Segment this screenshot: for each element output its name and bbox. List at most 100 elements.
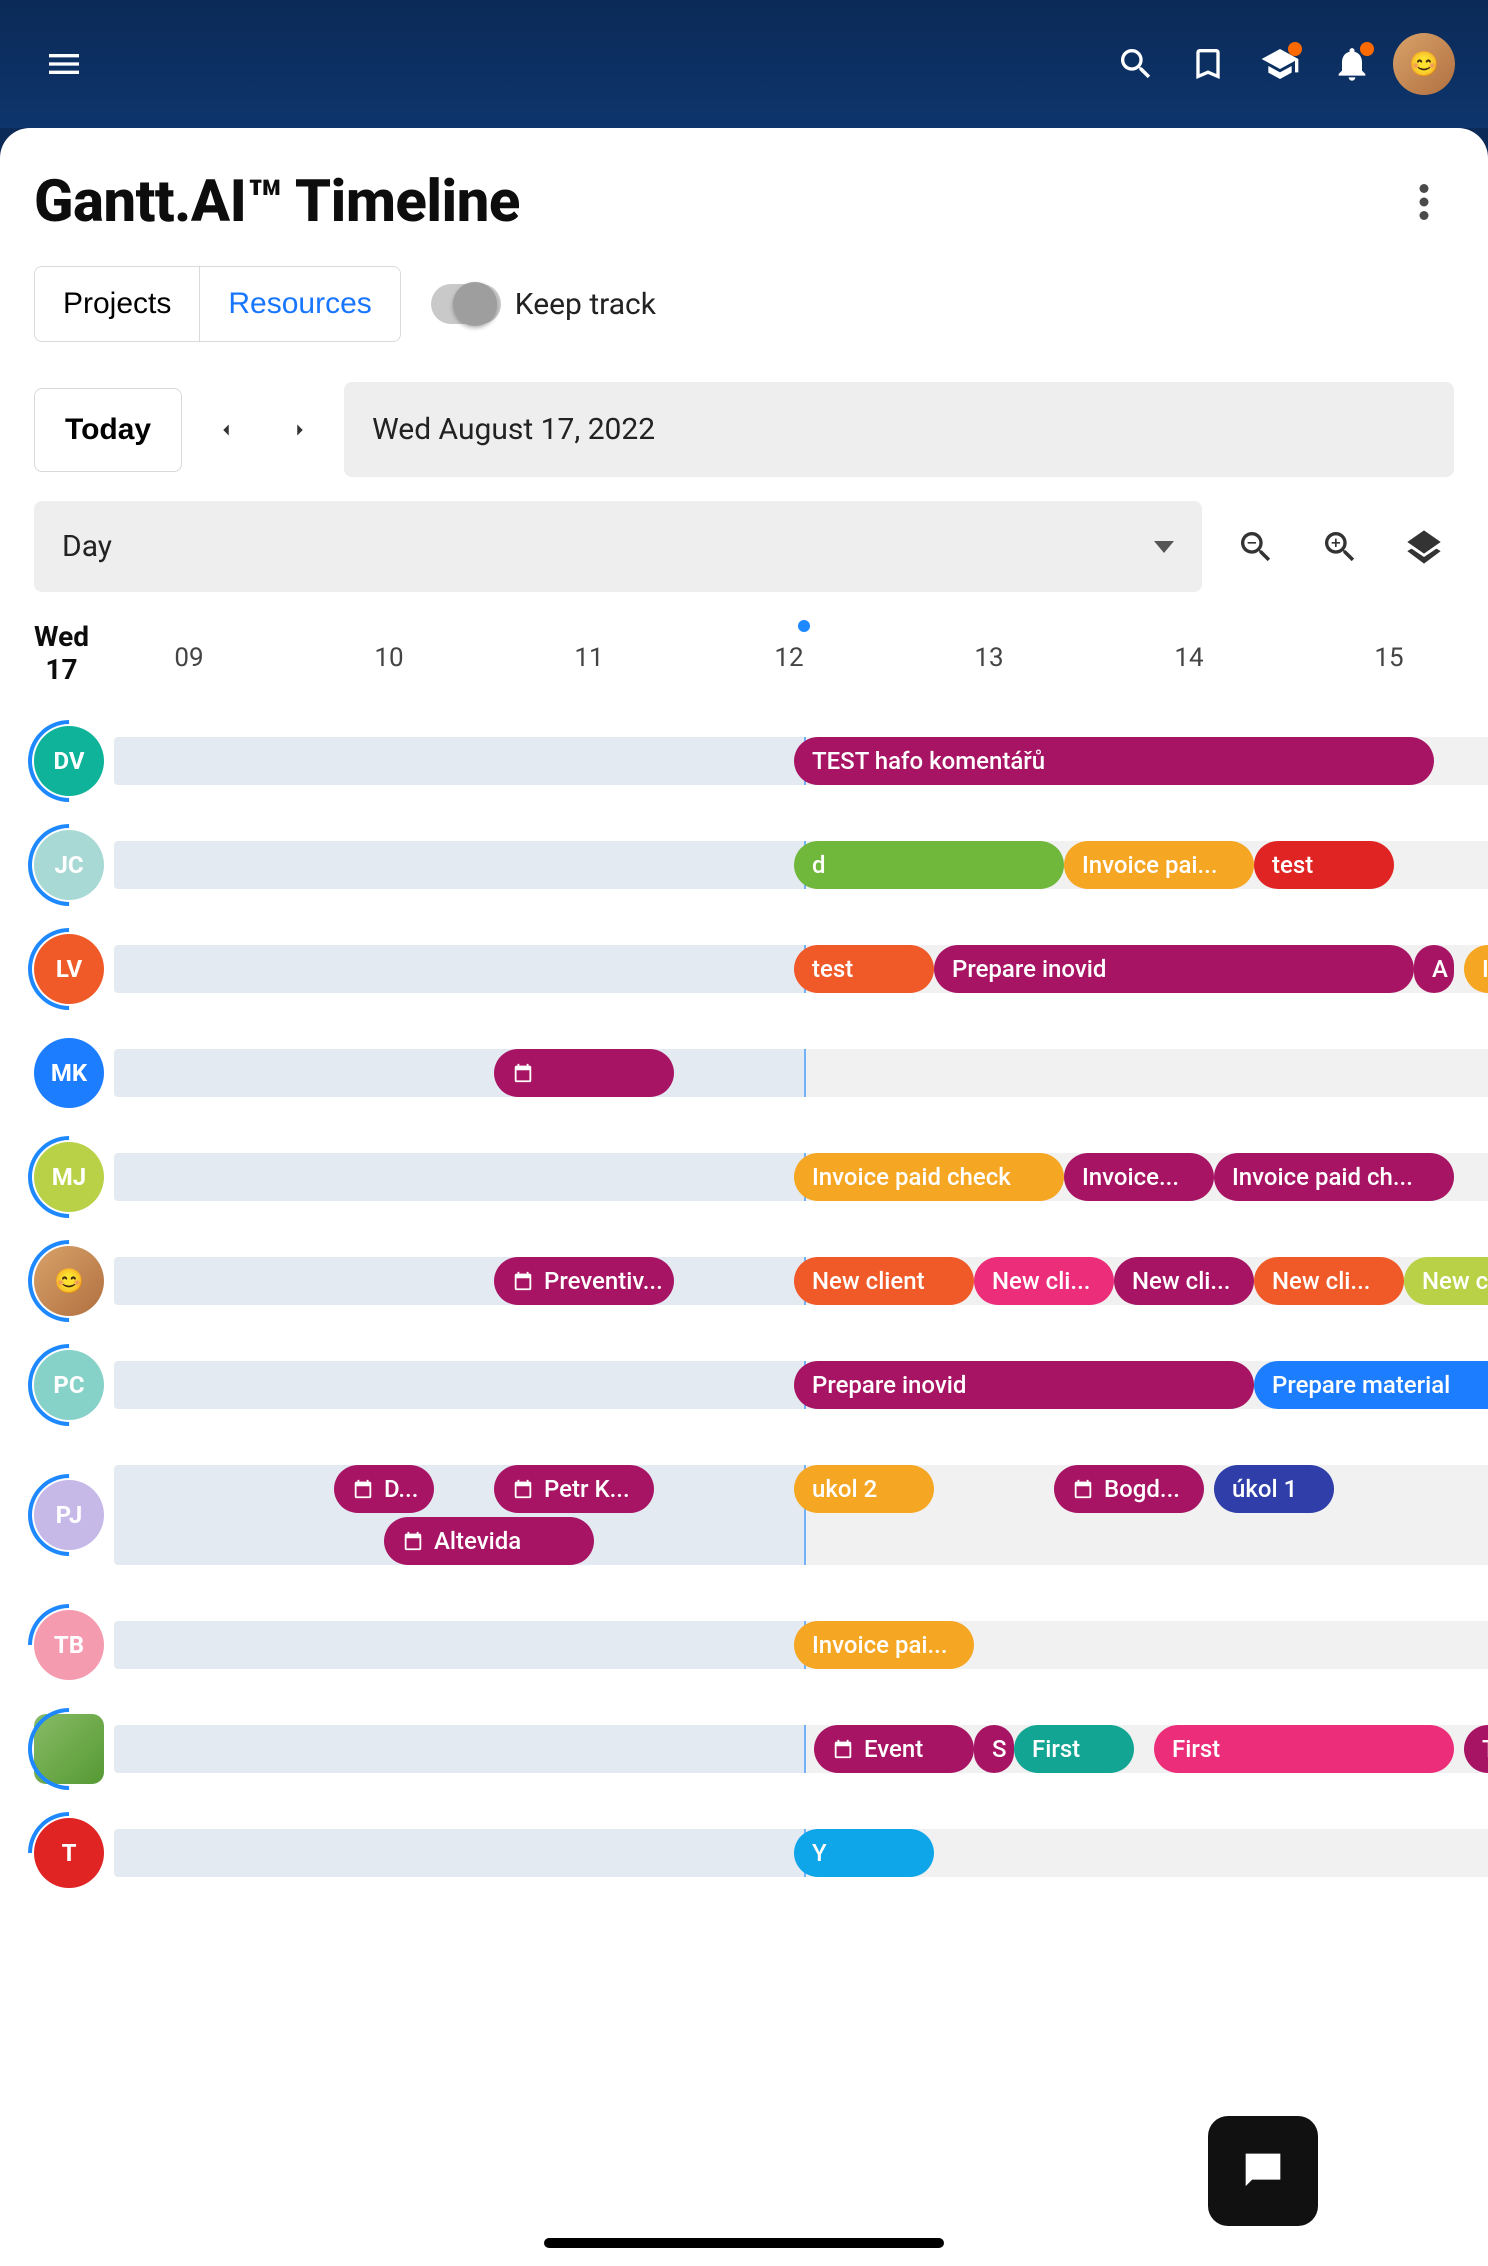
resource-avatar[interactable]: MK — [34, 1038, 104, 1108]
day-short: Wed — [34, 620, 89, 653]
granularity-value: Day — [62, 529, 112, 564]
resource-track[interactable]: Y — [114, 1829, 1488, 1877]
task-bar[interactable]: D... — [334, 1465, 434, 1513]
hour-label: 13 — [889, 643, 1089, 673]
resource-avatar[interactable]: PC — [34, 1350, 104, 1420]
notifications-icon[interactable] — [1316, 28, 1388, 100]
task-bar[interactable]: New cli... — [1254, 1257, 1404, 1305]
badge-dot — [1288, 42, 1302, 56]
resource-track[interactable]: Invoice pai... — [114, 1621, 1488, 1669]
resource-row: JCdInvoice pai...test — [0, 826, 1488, 904]
task-bar[interactable]: Preventiv... — [494, 1257, 674, 1305]
prev-day-button[interactable] — [196, 400, 256, 460]
chevron-down-icon — [1154, 540, 1174, 554]
resource-row: 😊Preventiv...New clientNew cli...New cli… — [0, 1242, 1488, 1320]
page-title: Gantt.AI™ Timeline — [34, 168, 520, 236]
resource-track[interactable]: EventSFirstFirstT — [114, 1725, 1488, 1773]
now-line — [804, 1725, 806, 1773]
task-bar[interactable]: A — [1414, 945, 1454, 993]
task-bar[interactable]: Invoi... — [1464, 945, 1488, 993]
resource-track[interactable]: testPrepare inovidA Invoi... — [114, 945, 1488, 993]
task-bar[interactable]: Invoice paid ch... — [1214, 1153, 1454, 1201]
task-bar[interactable]: New cli... — [974, 1257, 1114, 1305]
next-day-button[interactable] — [270, 400, 330, 460]
hour-label: 15 — [1289, 643, 1488, 673]
task-bar[interactable]: First — [1014, 1725, 1134, 1773]
resource-track[interactable]: Preventiv...New clientNew cli...New cli.… — [114, 1257, 1488, 1305]
tab-projects[interactable]: Projects — [35, 267, 199, 341]
task-bar[interactable]: Invoice paid check — [794, 1153, 1064, 1201]
resource-avatar[interactable]: 😊 — [34, 1246, 104, 1316]
more-menu-button[interactable] — [1394, 172, 1454, 232]
task-bar[interactable]: Prepare inovid — [794, 1361, 1254, 1409]
task-bar[interactable]: Event — [814, 1725, 974, 1773]
granularity-select[interactable]: Day — [34, 501, 1202, 592]
resource-track[interactable]: D... Petr K...Altevida ukol 2 Bogd...úkol 1… — [114, 1465, 1488, 1565]
chat-fab[interactable] — [1208, 2116, 1318, 2226]
task-bar[interactable]: Altevida — [384, 1517, 594, 1565]
current-date-display[interactable]: Wed August 17, 2022 — [344, 382, 1454, 477]
keep-track-label: Keep track — [515, 287, 656, 322]
view-mode-tabs: Projects Resources — [34, 266, 401, 342]
task-bar[interactable]: New cli... — [1114, 1257, 1254, 1305]
resource-track[interactable]: TEST hafo komentářů — [114, 737, 1488, 785]
resource-avatar[interactable]: DV — [34, 726, 104, 796]
resource-row: TB Invoice pai... — [0, 1606, 1488, 1684]
keep-track-toggle[interactable] — [431, 284, 501, 324]
task-bar[interactable]: New cli... — [1404, 1257, 1488, 1305]
resource-avatar[interactable]: T — [34, 1818, 104, 1888]
task-bar[interactable]: TEST hafo komentářů — [794, 737, 1434, 785]
task-bar[interactable]: úkol 1 — [1214, 1465, 1334, 1513]
task-bar[interactable]: S — [974, 1725, 1014, 1773]
task-bar[interactable]: Bogd... — [1054, 1465, 1204, 1513]
past-shade — [114, 1049, 804, 1097]
task-bar[interactable]: test — [794, 945, 934, 993]
hour-label: 12 — [689, 643, 889, 673]
hour-label: 10 — [289, 643, 489, 673]
past-shade — [114, 945, 804, 993]
zoom-out-button[interactable] — [1226, 517, 1286, 577]
resource-avatar[interactable]: MJ — [34, 1142, 104, 1212]
toggle-knob — [453, 282, 497, 326]
resource-row: MK — [0, 1034, 1488, 1112]
task-bar[interactable] — [494, 1049, 674, 1097]
avatar-image: 😊 — [1393, 33, 1455, 95]
task-bar[interactable]: Prepare material — [1254, 1361, 1488, 1409]
task-bar[interactable]: Invoice pai... — [794, 1621, 974, 1669]
resource-avatar[interactable]: JC — [34, 830, 104, 900]
task-bar[interactable]: test — [1254, 841, 1394, 889]
task-bar[interactable]: Invoice... — [1064, 1153, 1214, 1201]
task-bar[interactable]: Invoice pai... — [1064, 841, 1254, 889]
task-bar[interactable]: d — [794, 841, 1064, 889]
zoom-in-button[interactable] — [1310, 517, 1370, 577]
task-bar[interactable]: First — [1154, 1725, 1454, 1773]
past-shade — [114, 1725, 804, 1773]
resource-avatar[interactable]: PJ — [34, 1480, 104, 1550]
task-bar[interactable]: ukol 2 — [794, 1465, 934, 1513]
task-bar[interactable]: Y — [794, 1829, 934, 1877]
menu-button[interactable] — [28, 28, 100, 100]
resource-avatar[interactable] — [34, 1714, 104, 1784]
resource-track[interactable]: dInvoice pai...test — [114, 841, 1488, 889]
resource-avatar[interactable]: TB — [34, 1610, 104, 1680]
resource-track[interactable] — [114, 1049, 1488, 1097]
academy-icon[interactable] — [1244, 28, 1316, 100]
task-bar[interactable]: Petr K... — [494, 1465, 654, 1513]
today-button[interactable]: Today — [34, 388, 182, 472]
layers-button[interactable] — [1394, 517, 1454, 577]
profile-avatar[interactable]: 😊 — [1388, 28, 1460, 100]
task-bar[interactable]: New client — [794, 1257, 974, 1305]
resource-avatar[interactable]: LV — [34, 934, 104, 1004]
past-shade — [114, 1829, 804, 1877]
search-icon[interactable] — [1100, 28, 1172, 100]
resource-row: DV TEST hafo komentářů — [0, 722, 1488, 800]
resource-track[interactable]: Prepare inovidPrepare material — [114, 1361, 1488, 1409]
now-line — [804, 1049, 806, 1097]
task-bar[interactable]: T — [1464, 1725, 1488, 1773]
past-shade — [114, 1257, 804, 1305]
resource-track[interactable]: Invoice paid checkInvoice...Invoice paid… — [114, 1153, 1488, 1201]
bookmark-icon[interactable] — [1172, 28, 1244, 100]
task-bar[interactable]: Prepare inovid — [934, 945, 1414, 993]
hour-label: 09 — [89, 643, 289, 673]
tab-resources[interactable]: Resources — [199, 267, 399, 341]
